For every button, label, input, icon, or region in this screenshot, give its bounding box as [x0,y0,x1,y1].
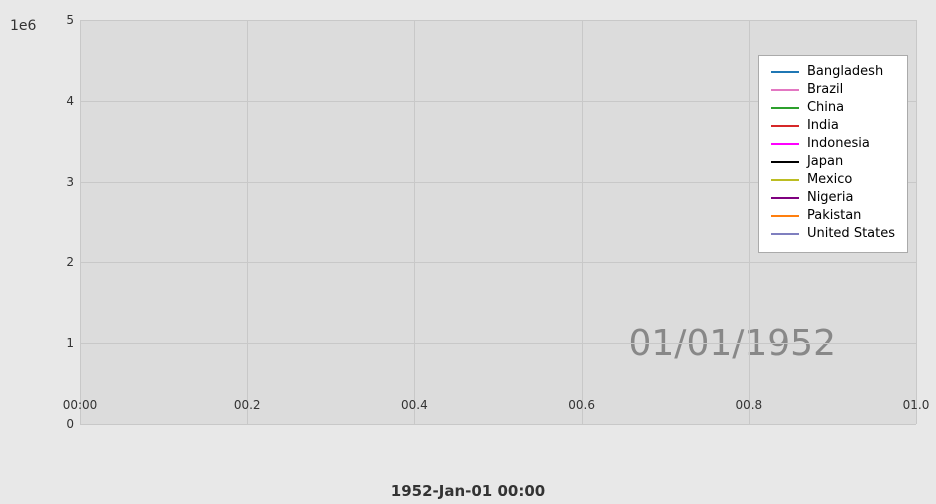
legend-label-2: China [807,100,844,115]
x-tick-label-5: 01.0 [903,398,930,424]
y-axis: 012345 [0,20,80,424]
legend-item-japan: Japan [771,154,895,169]
gridline-v-1 [247,20,248,424]
legend-item-united-states: United States [771,226,895,241]
legend-item-bangladesh: Bangladesh [771,64,895,79]
gridline-h-5 [80,20,916,21]
legend-label-6: Mexico [807,172,852,187]
legend-color-9 [771,233,799,235]
legend-item-pakistan: Pakistan [771,208,895,223]
x-tick-label-4: 00.8 [735,398,762,424]
x-axis: 00:0000.200.400.600.801.0 [80,394,916,424]
gridline-v-2 [414,20,415,424]
gridline-v-4 [749,20,750,424]
y-tick-label-5: 5 [66,13,74,27]
gridline-h-1 [80,343,916,344]
legend-color-8 [771,215,799,217]
y-tick-label-4: 4 [66,94,74,108]
x-tick-label-1: 00.2 [234,398,261,424]
y-tick-label-1: 1 [66,336,74,350]
legend-color-0 [771,71,799,73]
x-axis-label: 1952-Jan-01 00:00 [0,482,936,500]
legend-item-brazil: Brazil [771,82,895,97]
x-tick-label-3: 00.6 [568,398,595,424]
legend-item-indonesia: Indonesia [771,136,895,151]
chart-container: 1e6 01/01/1952 012345 00:0000.200.400.60… [0,0,936,504]
gridline-h-2 [80,262,916,263]
gridline-v-3 [582,20,583,424]
legend-color-4 [771,143,799,145]
legend-label-5: Japan [807,154,843,169]
legend-color-5 [771,161,799,163]
legend-label-0: Bangladesh [807,64,883,79]
gridline-v-5 [916,20,917,424]
legend-label-7: Nigeria [807,190,854,205]
legend-item-china: China [771,100,895,115]
y-tick-label-3: 3 [66,175,74,189]
legend-color-1 [771,89,799,91]
gridline-h-0 [80,424,916,425]
y-tick-label-2: 2 [66,255,74,269]
legend: Bangladesh Brazil China India Indonesia Japan… [758,55,908,253]
legend-item-india: India [771,118,895,133]
legend-label-3: India [807,118,839,133]
legend-label-8: Pakistan [807,208,861,223]
legend-label-9: United States [807,226,895,241]
legend-color-6 [771,179,799,181]
x-tick-label-2: 00.4 [401,398,428,424]
x-tick-label-0: 00:00 [63,398,98,424]
legend-color-2 [771,107,799,109]
legend-color-3 [771,125,799,127]
gridline-v-0 [80,20,81,424]
legend-label-1: Brazil [807,82,843,97]
legend-color-7 [771,197,799,199]
legend-item-mexico: Mexico [771,172,895,187]
legend-label-4: Indonesia [807,136,870,151]
legend-item-nigeria: Nigeria [771,190,895,205]
